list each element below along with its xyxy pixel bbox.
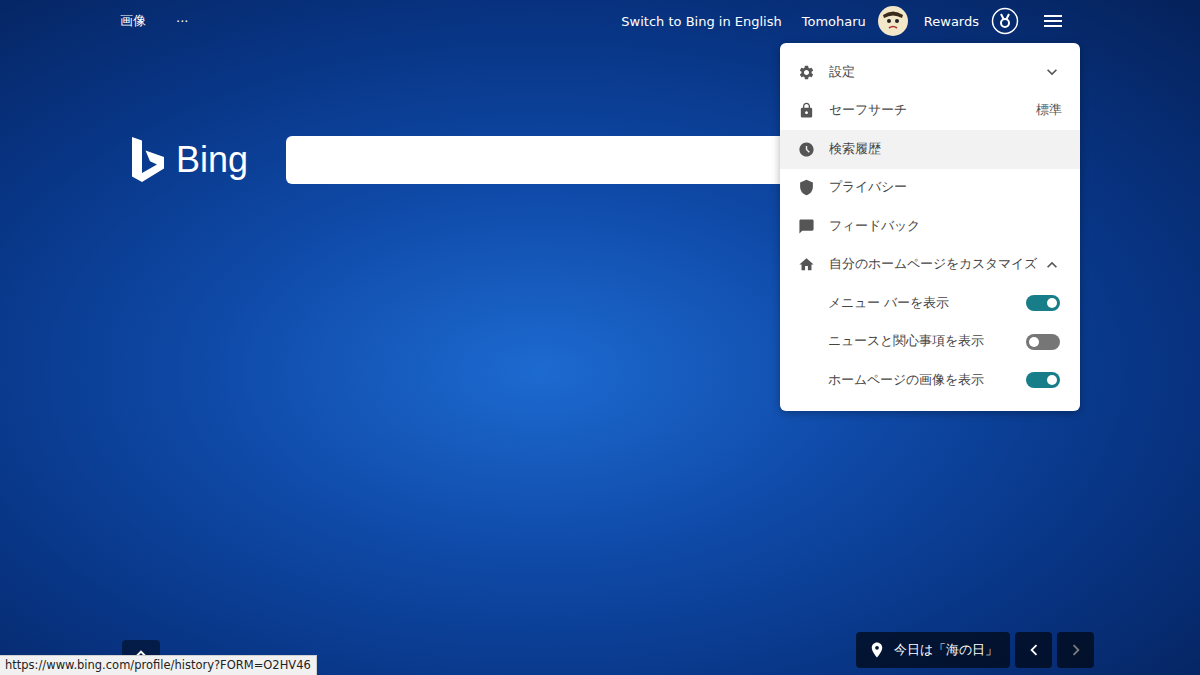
bing-logo-icon bbox=[130, 135, 166, 185]
user-avatar-icon[interactable] bbox=[878, 6, 908, 36]
menu-item[interactable]: 自分のホームページをカスタマイズ bbox=[780, 246, 1080, 285]
previous-image-button[interactable] bbox=[1015, 632, 1052, 668]
clock-icon bbox=[798, 141, 815, 158]
chevron-down-icon bbox=[1042, 62, 1062, 82]
toggle-row: メニュー バーを表示 bbox=[780, 284, 1080, 323]
gear-icon bbox=[798, 64, 815, 81]
home-icon bbox=[798, 256, 815, 273]
logo-text: Bing bbox=[176, 142, 248, 178]
menu-item[interactable]: セーフサーチ標準 bbox=[780, 92, 1080, 131]
toggle-row: ホームページの画像を表示 bbox=[780, 361, 1080, 400]
toggle-switch[interactable] bbox=[1026, 295, 1060, 311]
top-links: 画像 ··· bbox=[120, 12, 188, 30]
menu-item[interactable]: 検索履歴 bbox=[780, 130, 1080, 169]
settings-menu: 設定セーフサーチ標準検索履歴プライバシーフィードバック自分のホームページをカスタ… bbox=[780, 43, 1080, 411]
toggle-switch[interactable] bbox=[1026, 334, 1060, 350]
menu-item[interactable]: フィードバック bbox=[780, 207, 1080, 246]
bing-homepage: 画像 ··· Switch to Bing in English Tomoharu Re… bbox=[0, 0, 1200, 675]
shield-icon bbox=[798, 179, 815, 196]
next-image-button bbox=[1057, 632, 1094, 668]
rewards-medal-icon[interactable] bbox=[991, 7, 1019, 35]
chevron-right-icon bbox=[1065, 639, 1087, 661]
menu-item-value: 標準 bbox=[1036, 102, 1062, 119]
top-link[interactable]: ··· bbox=[176, 14, 188, 29]
rewards-link[interactable]: Rewards bbox=[924, 14, 979, 29]
user-area: Switch to Bing in English Tomoharu Rewards bbox=[621, 6, 1065, 36]
chevron-up-icon bbox=[1042, 255, 1062, 275]
toggle-switch[interactable] bbox=[1026, 372, 1060, 388]
menu-item[interactable]: プライバシー bbox=[780, 169, 1080, 208]
hamburger-menu-icon[interactable] bbox=[1041, 9, 1065, 33]
chevron-left-icon bbox=[1023, 639, 1045, 661]
toggle-row: ニュースと関心事項を表示 bbox=[780, 323, 1080, 362]
search-input[interactable] bbox=[286, 136, 826, 184]
bing-logo[interactable]: Bing bbox=[130, 135, 256, 185]
menu-item[interactable]: 設定 bbox=[780, 53, 1080, 92]
language-switch-link[interactable]: Switch to Bing in English bbox=[621, 14, 781, 29]
location-pin-icon bbox=[868, 641, 886, 659]
top-link[interactable]: 画像 bbox=[120, 12, 146, 30]
image-info: 今日は「海の日」 bbox=[856, 632, 1094, 668]
speech-bubble-icon bbox=[798, 218, 815, 235]
top-bar: 画像 ··· Switch to Bing in English Tomoharu Re… bbox=[0, 0, 1200, 42]
status-bar: https://www.bing.com/profile/history?FOR… bbox=[0, 655, 317, 675]
image-caption[interactable]: 今日は「海の日」 bbox=[856, 632, 1010, 668]
user-name[interactable]: Tomoharu bbox=[802, 14, 866, 29]
lock-icon bbox=[798, 102, 815, 119]
